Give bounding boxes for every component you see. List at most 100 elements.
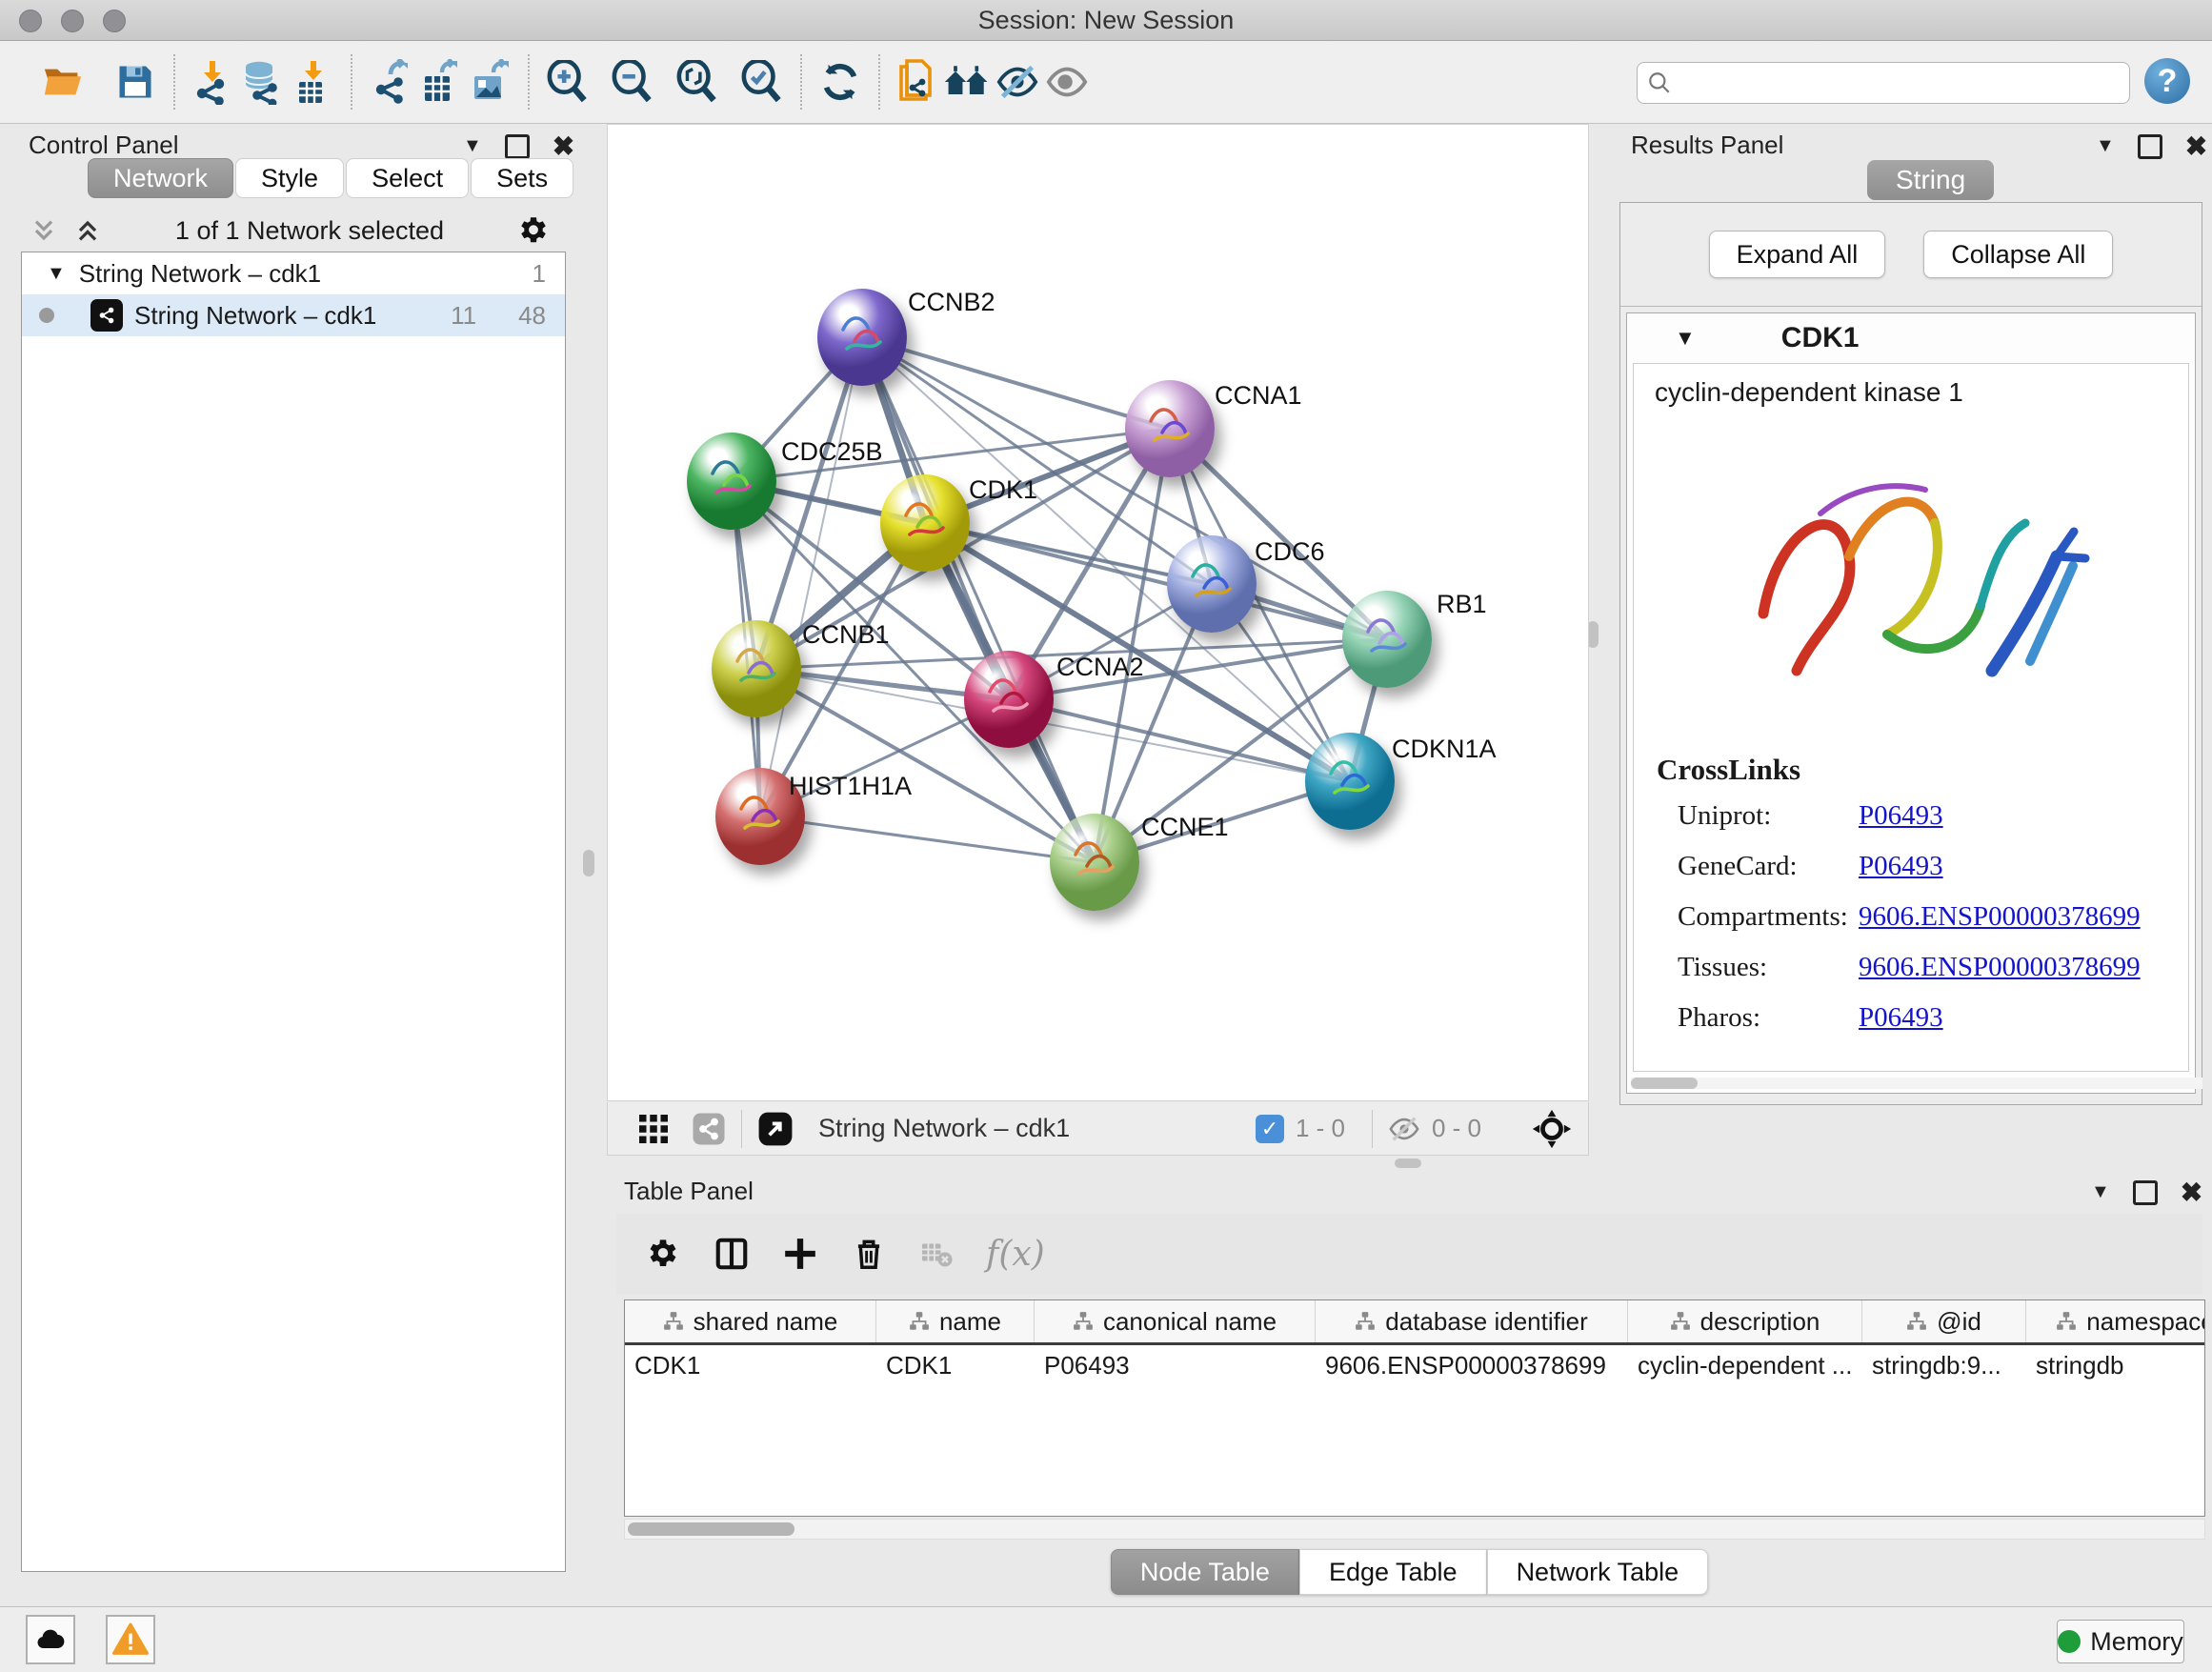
table-cell[interactable]: stringdb [2026, 1351, 2205, 1380]
search-input[interactable] [1679, 68, 2120, 99]
zoom-in-button[interactable] [543, 57, 593, 107]
network-node-CDKN1A[interactable] [1305, 733, 1395, 830]
save-session-button[interactable] [111, 57, 160, 107]
scrollbar-thumb[interactable] [1631, 1078, 1698, 1089]
tab-network[interactable]: Network [88, 158, 233, 198]
import-network-button[interactable] [189, 57, 238, 107]
hidden-eye-icon[interactable] [1388, 1113, 1420, 1145]
network-node-CDC25B[interactable] [687, 433, 776, 530]
zoom-selected-button[interactable] [737, 57, 787, 107]
network-collection-row[interactable]: ▼ String Network – cdk1 1 [22, 252, 565, 294]
tab-select[interactable]: Select [346, 158, 469, 198]
memory-button[interactable]: Memory [2057, 1620, 2184, 1663]
table-cell[interactable]: CDK1 [876, 1351, 1035, 1380]
network-node-CDC6[interactable] [1167, 535, 1257, 633]
annotation-button[interactable] [894, 57, 943, 107]
network-edge[interactable] [760, 816, 1095, 862]
show-eye-button[interactable] [1042, 57, 1092, 107]
expand-all-button[interactable]: Expand All [1709, 231, 1886, 278]
cloud-button[interactable] [26, 1615, 75, 1664]
column-header[interactable]: namespace [2026, 1300, 2205, 1342]
column-header[interactable]: name [876, 1300, 1035, 1342]
network-node-CCNE1[interactable] [1050, 814, 1139, 911]
crosslink-link[interactable]: P06493 [1859, 1002, 1943, 1034]
expand-all-icon[interactable] [72, 215, 103, 246]
crosslink-link[interactable]: 9606.ENSP00000378699 [1859, 901, 2141, 933]
gear-icon[interactable] [516, 213, 551, 248]
zoom-out-button[interactable] [608, 57, 657, 107]
column-header[interactable]: canonical name [1035, 1300, 1316, 1342]
network-edge[interactable] [862, 337, 1170, 429]
column-header[interactable]: shared name [625, 1300, 876, 1342]
tab-edge-table[interactable]: Edge Table [1299, 1549, 1487, 1595]
bottom-splitter-handle[interactable] [1395, 1158, 1421, 1168]
results-horizontal-scrollbar[interactable] [1631, 1078, 2202, 1089]
table-row[interactable]: CDK1CDK1P064939606.ENSP00000378699cyclin… [625, 1345, 2204, 1385]
zoom-fit-button[interactable] [673, 57, 722, 107]
close-window-button[interactable] [19, 10, 42, 32]
float-panel-icon[interactable] [505, 134, 530, 159]
table-cell[interactable]: stringdb:9... [1862, 1351, 2026, 1380]
table-cell[interactable]: 9606.ENSP00000378699 [1316, 1351, 1628, 1380]
table-cell[interactable]: P06493 [1035, 1351, 1316, 1380]
network-node-CCNA1[interactable] [1125, 380, 1215, 477]
crosslink-link[interactable]: P06493 [1859, 800, 1943, 832]
fit-crosshair-icon[interactable] [1531, 1108, 1573, 1150]
table-cell[interactable]: CDK1 [625, 1351, 876, 1380]
add-column-icon[interactable] [782, 1236, 818, 1272]
network-node-CCNA2[interactable] [964, 651, 1054, 748]
column-header[interactable]: description [1628, 1300, 1862, 1342]
collapse-all-button[interactable]: Collapse All [1923, 231, 2113, 278]
export-table-button[interactable] [415, 57, 465, 107]
table-cell[interactable]: cyclin-dependent ... [1628, 1351, 1862, 1380]
panel-menu-icon[interactable]: ▼ [463, 135, 482, 157]
node-result-header[interactable]: ▼ CDK1 [1627, 313, 2195, 363]
panel-menu-icon[interactable]: ▼ [2091, 1181, 2110, 1203]
maximize-window-button[interactable] [103, 10, 126, 32]
section-collapse-icon[interactable]: ▼ [1675, 326, 1696, 351]
selected-checkbox-icon[interactable]: ✓ [1256, 1115, 1284, 1143]
import-network-from-database-button[interactable] [238, 57, 288, 107]
crosslink-link[interactable]: P06493 [1859, 851, 1943, 882]
network-node-CCNB1[interactable] [712, 620, 801, 717]
scrollbar-thumb[interactable] [628, 1522, 794, 1536]
search-box[interactable] [1637, 62, 2130, 104]
table-horizontal-scrollbar[interactable] [624, 1519, 2205, 1540]
select-columns-icon[interactable] [714, 1236, 750, 1272]
hide-selected-button[interactable] [993, 57, 1042, 107]
homes-button[interactable] [943, 57, 993, 107]
float-panel-icon[interactable] [2133, 1180, 2158, 1205]
import-table-button[interactable] [288, 57, 337, 107]
gear-icon[interactable] [645, 1236, 681, 1272]
network-view-share-icon[interactable] [692, 1112, 726, 1146]
export-network-button[interactable] [366, 57, 415, 107]
grid-view-icon[interactable] [636, 1112, 671, 1146]
window-controls[interactable] [19, 10, 126, 32]
network-edge[interactable] [1009, 699, 1350, 781]
network-node-CCNB2[interactable] [817, 289, 907, 386]
help-button[interactable]: ? [2144, 58, 2190, 104]
network-edge[interactable] [760, 337, 862, 816]
collapse-all-icon[interactable] [29, 215, 59, 246]
export-image-button[interactable] [465, 57, 514, 107]
tab-sets[interactable]: Sets [471, 158, 573, 198]
refresh-button[interactable] [815, 57, 865, 107]
column-header[interactable]: database identifier [1316, 1300, 1628, 1342]
tab-style[interactable]: Style [235, 158, 344, 198]
network-row-selected[interactable]: String Network – cdk1 11 48 [22, 294, 565, 336]
column-header[interactable]: @id [1862, 1300, 2026, 1342]
tab-node-table[interactable]: Node Table [1111, 1549, 1299, 1595]
network-node-CDK1[interactable] [880, 474, 970, 572]
tab-string[interactable]: String [1867, 160, 1994, 200]
warnings-button[interactable] [106, 1615, 155, 1664]
open-in-new-window-icon[interactable] [757, 1111, 794, 1147]
panel-menu-icon[interactable]: ▼ [2096, 135, 2115, 157]
crosslink-link[interactable]: 9606.ENSP00000378699 [1859, 952, 2141, 983]
collapse-triangle-icon[interactable]: ▼ [47, 263, 66, 285]
close-panel-icon[interactable]: ✖ [2181, 1177, 2202, 1208]
close-panel-icon[interactable]: ✖ [2185, 131, 2207, 162]
network-canvas[interactable]: CCNB2CCNA1CDC25BCDK1CDC6RB1CCNB1CCNA2CDK… [607, 124, 1589, 1101]
tab-network-table[interactable]: Network Table [1487, 1549, 1709, 1595]
delete-column-icon[interactable] [851, 1236, 887, 1272]
left-splitter-handle[interactable] [583, 850, 594, 876]
